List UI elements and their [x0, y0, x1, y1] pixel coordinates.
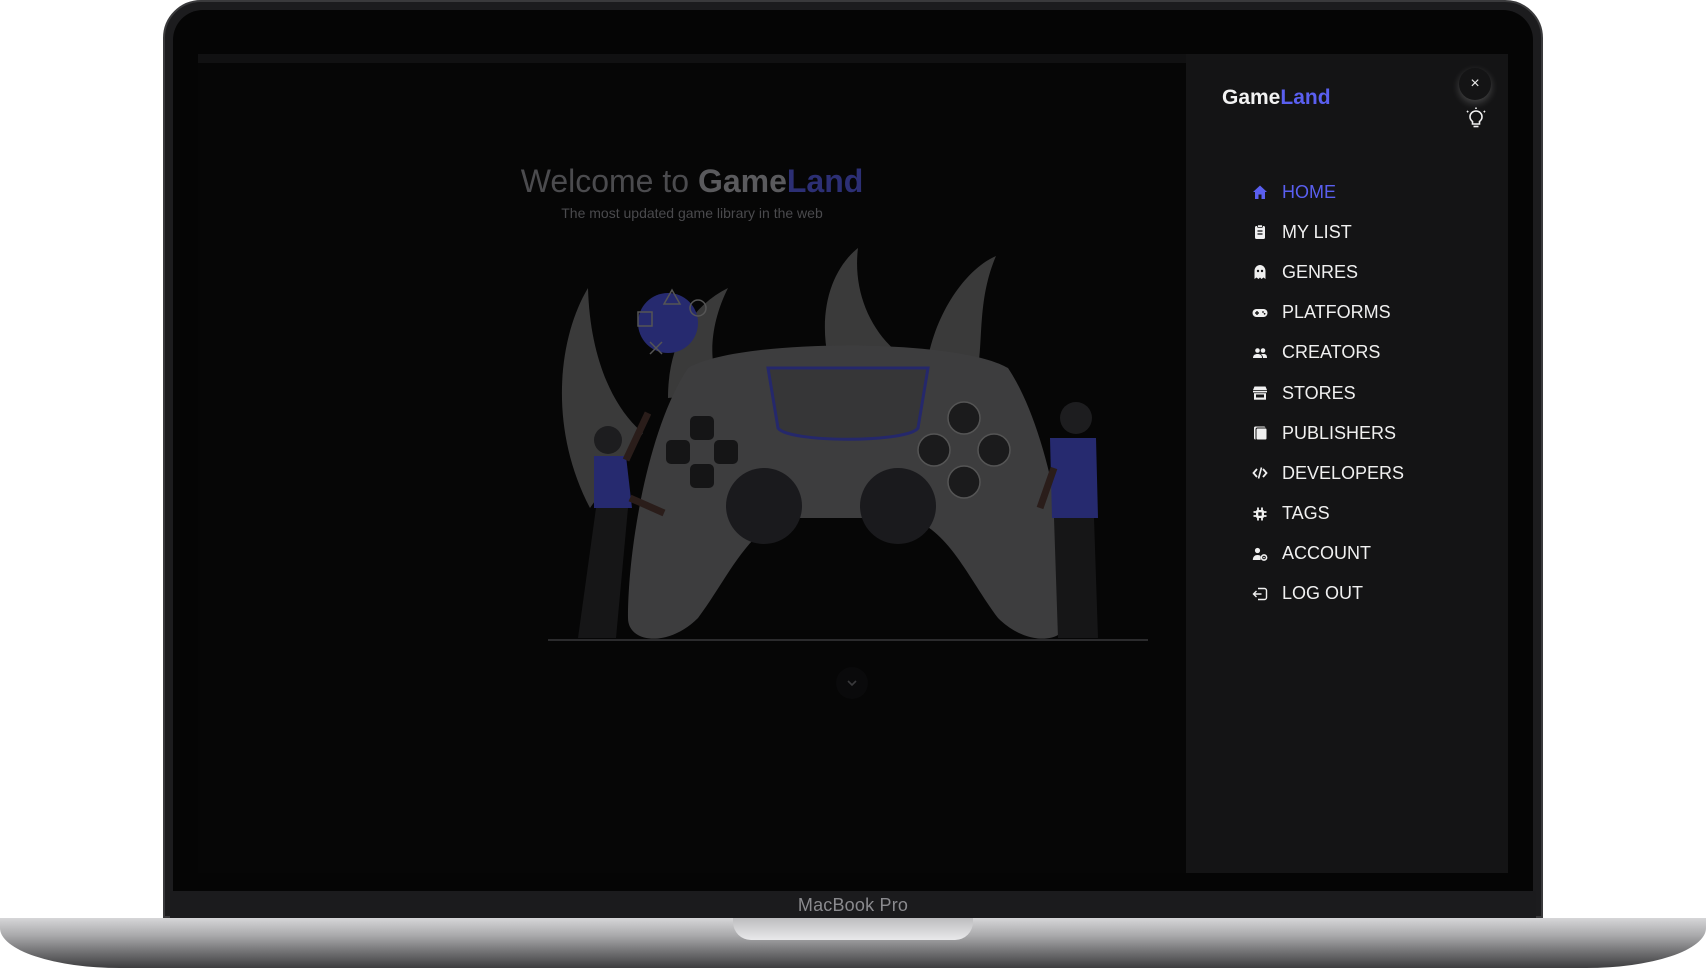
- user-gear-icon: [1250, 545, 1270, 563]
- nav-item-label: CREATORS: [1282, 342, 1381, 363]
- lightbulb-icon: [1466, 107, 1486, 128]
- nav-item-creators[interactable]: CREATORS: [1250, 333, 1404, 373]
- nav-item-label: GENRES: [1282, 261, 1359, 282]
- nav-item-label: HOME: [1282, 181, 1336, 202]
- nav-item-label: DEVELOPERS: [1282, 462, 1405, 483]
- nav-item-label: PUBLISHERS: [1282, 422, 1397, 443]
- right-horn-inner: [824, 248, 898, 358]
- ghost-icon: [1250, 263, 1270, 281]
- nav-item-platforms[interactable]: PLATFORMS: [1250, 293, 1404, 333]
- laptop-chin: MacBook Pro: [170, 891, 1536, 919]
- nav-item-label: MY LIST: [1282, 221, 1352, 242]
- sidebar-menu: GameLand × HOME MY LIST GENRES PLATFORMS…: [1186, 54, 1508, 873]
- device-label: MacBook Pro: [797, 894, 909, 915]
- left-stick: [726, 468, 802, 544]
- hero-title-brand-game: Game: [697, 163, 787, 199]
- nav-item-label: TAGS: [1282, 503, 1330, 524]
- shape-blue-circle: [638, 293, 698, 353]
- scroll-down-button[interactable]: [836, 667, 868, 699]
- home-icon: [1250, 183, 1270, 201]
- nav-item-label: LOG OUT: [1282, 583, 1364, 604]
- hero-title-prefix: Welcome to: [520, 163, 698, 199]
- logo-land: Land: [1280, 86, 1331, 109]
- nav-item-stores[interactable]: STORES: [1250, 373, 1404, 413]
- nav-item-my-list[interactable]: MY LIST: [1250, 212, 1404, 252]
- nav-item-tags[interactable]: TAGS: [1250, 494, 1404, 534]
- controller-illustration: [548, 248, 1148, 641]
- theme-toggle-button[interactable]: [1463, 106, 1489, 132]
- gamepad-icon: [1250, 304, 1270, 322]
- logo[interactable]: GameLand: [1222, 86, 1331, 110]
- hero-title-brand-land: Land: [786, 163, 864, 199]
- logout-icon: [1250, 585, 1270, 603]
- laptop-notch: [733, 918, 973, 940]
- close-icon: ×: [1470, 75, 1480, 92]
- controller-touchpad: [766, 366, 930, 441]
- app-screen: Welcome to GameLand The most updated gam…: [198, 54, 1508, 873]
- hero-title: Welcome to GameLand: [198, 163, 1186, 200]
- nav-item-developers[interactable]: DEVELOPERS: [1250, 453, 1404, 493]
- nav-item-home[interactable]: HOME: [1250, 172, 1404, 212]
- code-icon: [1250, 464, 1270, 482]
- right-stick: [860, 468, 936, 544]
- main-nav: HOME MY LIST GENRES PLATFORMS CREATORS S…: [1250, 172, 1404, 614]
- nav-item-label: PLATFORMS: [1282, 302, 1391, 323]
- nav-item-log-out[interactable]: LOG OUT: [1250, 574, 1404, 614]
- chevron-down-icon: [847, 680, 857, 687]
- close-menu-button[interactable]: ×: [1459, 68, 1491, 100]
- list-icon: [1250, 223, 1270, 241]
- main-content[interactable]: Welcome to GameLand The most updated gam…: [198, 63, 1186, 873]
- nav-item-genres[interactable]: GENRES: [1250, 252, 1404, 292]
- nav-item-label: ACCOUNT: [1282, 543, 1371, 564]
- nav-item-account[interactable]: ACCOUNT: [1250, 534, 1404, 574]
- nav-item-label: STORES: [1282, 382, 1356, 403]
- tags-icon: [1250, 505, 1270, 523]
- hero-subtitle: The most updated game library in the web: [561, 205, 823, 221]
- store-icon: [1250, 384, 1270, 402]
- people-icon: [1250, 344, 1270, 362]
- book-icon: [1250, 424, 1270, 442]
- nav-item-publishers[interactable]: PUBLISHERS: [1250, 413, 1404, 453]
- logo-game: Game: [1222, 86, 1281, 109]
